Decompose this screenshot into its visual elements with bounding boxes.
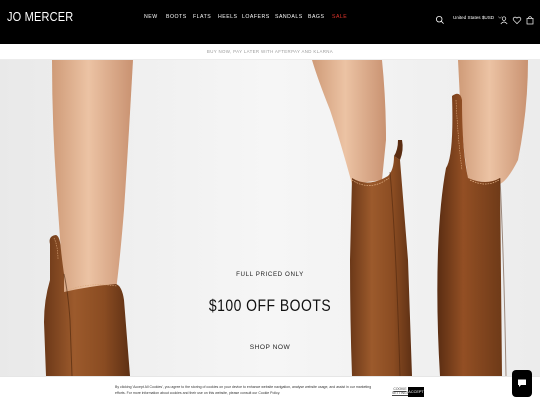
chat-button[interactable] bbox=[512, 370, 532, 397]
shop-now-link[interactable]: SHOP NOW bbox=[240, 344, 300, 351]
cookie-text: By clicking 'Accept All Cookies', you ag… bbox=[115, 385, 372, 395]
cookie-settings-link[interactable]: COOKIE SETTINGS bbox=[392, 387, 409, 396]
nav-item-heels[interactable]: HEELS bbox=[218, 14, 238, 20]
hero-image bbox=[0, 60, 540, 376]
nav-item-loafers[interactable]: LOAFERS bbox=[242, 14, 270, 20]
nav-item-boots[interactable]: BOOTS bbox=[166, 14, 187, 20]
announcement-bar: BUY NOW, PAY LATER WITH AFTERPAY AND KLA… bbox=[0, 44, 540, 60]
hero-title: $100 OFF BOOTS bbox=[208, 296, 332, 315]
hero-eyebrow: FULL PRICED ONLY bbox=[236, 271, 304, 278]
currency-label: United States $USD bbox=[453, 15, 495, 20]
announcement-text[interactable]: BUY NOW, PAY LATER WITH AFTERPAY AND KLA… bbox=[0, 49, 540, 54]
wishlist-icon[interactable] bbox=[512, 12, 522, 25]
bag-icon[interactable] bbox=[525, 12, 535, 25]
search-icon[interactable] bbox=[435, 12, 445, 24]
chat-icon bbox=[518, 379, 526, 387]
nav-item-new[interactable]: NEW bbox=[144, 14, 158, 20]
nav-item-flats[interactable]: FLATS bbox=[193, 14, 211, 20]
nav-item-sale[interactable]: SALE bbox=[332, 14, 347, 20]
hero-banner[interactable]: FULL PRICED ONLY $100 OFF BOOTS SHOP NOW bbox=[0, 60, 540, 376]
cookie-banner: By clicking 'Accept All Cookies', you ag… bbox=[0, 376, 540, 405]
accept-cookies-button[interactable]: ACCEPT bbox=[408, 387, 424, 397]
site-header: JO MERCER NEW BOOTS FLATS HEELS LOAFERS … bbox=[0, 0, 540, 44]
nav-item-sandals[interactable]: SANDALS bbox=[275, 14, 303, 20]
account-icon[interactable] bbox=[499, 12, 509, 25]
nav-item-bags[interactable]: BAGS bbox=[308, 14, 324, 20]
currency-selector[interactable]: United States $USD bbox=[453, 15, 503, 20]
